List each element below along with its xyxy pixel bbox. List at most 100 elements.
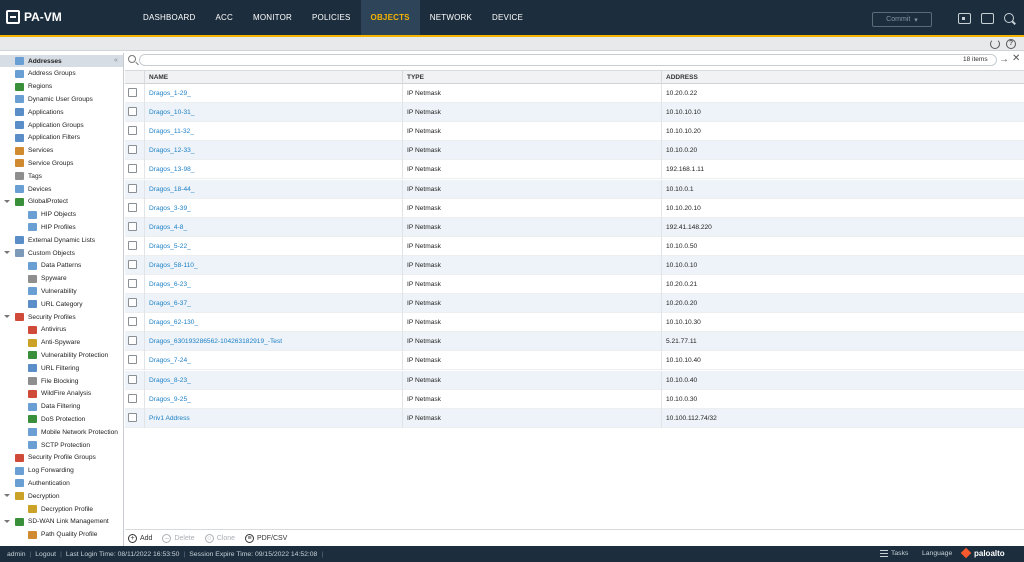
sidebar-item-mobile-network-protection[interactable]: Mobile Network Protection [28, 426, 118, 438]
column-header-type[interactable]: TYPE [402, 71, 661, 84]
apply-filter-icon[interactable]: → [999, 54, 1009, 65]
pdf-csv-button[interactable]: ≡ PDF/CSV [245, 533, 287, 543]
sidebar-item-data-patterns[interactable]: Data Patterns [28, 260, 81, 272]
row-checkbox[interactable] [128, 336, 137, 346]
cell-name[interactable]: Dragos_58-110_ [144, 255, 402, 275]
expand-caret-icon[interactable] [4, 315, 10, 318]
column-header-address[interactable]: ADDRESS [661, 71, 1024, 84]
sidebar-item-wildfire-analysis[interactable]: WildFire Analysis [28, 388, 91, 400]
sidebar-item-authentication[interactable]: Authentication [15, 477, 70, 489]
row-checkbox[interactable] [128, 412, 137, 422]
cell-name[interactable]: Dragos_6-37_ [144, 294, 402, 314]
sidebar-item-dynamic-user-groups[interactable]: Dynamic User Groups [15, 93, 93, 105]
sidebar-item-application-groups[interactable]: Application Groups [15, 119, 84, 131]
table-row[interactable]: Dragos_10-31_ IP Netmask 10.10.10.10 [125, 103, 1024, 123]
sidebar-item-tags[interactable]: Tags [15, 170, 42, 182]
table-row[interactable]: Dragos_11-32_ IP Netmask 10.10.10.20 [125, 122, 1024, 142]
sidebar-item-sctp-protection[interactable]: SCTP Protection [28, 439, 90, 451]
expand-caret-icon[interactable] [4, 251, 10, 254]
cell-name[interactable]: Priv1 Address [144, 408, 402, 428]
cell-name[interactable]: Dragos_630193286562-104263182919_-Test [144, 332, 402, 352]
sidebar-item-services[interactable]: Services [15, 145, 53, 157]
config-lock-icon[interactable] [958, 13, 971, 24]
row-checkbox[interactable] [128, 221, 137, 231]
delete-button[interactable]: – Delete [162, 533, 195, 543]
row-checkbox[interactable] [128, 298, 137, 308]
search-icon[interactable] [1004, 13, 1014, 23]
row-checkbox[interactable] [128, 355, 137, 365]
sidebar-item-dos-protection[interactable]: DoS Protection [28, 413, 85, 425]
sidebar-item-log-forwarding[interactable]: Log Forwarding [15, 465, 74, 477]
cell-name[interactable]: Dragos_1-29_ [144, 84, 402, 103]
cell-name[interactable]: Dragos_5-22_ [144, 236, 402, 256]
sidebar-item-path-quality-profile[interactable]: Path Quality Profile [28, 529, 97, 541]
table-row[interactable]: Dragos_18-44_ IP Netmask 10.10.0.1 [125, 179, 1024, 199]
tab-device[interactable]: DEVICE [482, 0, 533, 35]
sidebar-collapse-icon[interactable]: « [114, 57, 118, 64]
tasks-button[interactable]: Tasks [880, 550, 908, 557]
cell-name[interactable]: Dragos_11-32_ [144, 122, 402, 142]
sidebar-item-addresses[interactable]: Addresses [0, 55, 123, 67]
cell-name[interactable]: Dragos_4-8_ [144, 217, 402, 237]
sidebar-item-vulnerability[interactable]: Vulnerability [28, 285, 77, 297]
tab-policies[interactable]: POLICIES [302, 0, 361, 35]
row-checkbox[interactable] [128, 374, 137, 384]
tab-objects[interactable]: OBJECTS [360, 0, 420, 35]
current-user[interactable]: admin [7, 551, 26, 558]
table-row[interactable]: Dragos_7-24_ IP Netmask 10.10.10.40 [125, 351, 1024, 371]
cell-name[interactable]: Dragos_18-44_ [144, 179, 402, 199]
clone-button[interactable]: ○ Clone [204, 533, 235, 543]
sidebar-item-spyware[interactable]: Spyware [28, 273, 67, 285]
sidebar-item-security-profile-groups[interactable]: Security Profile Groups [15, 452, 96, 464]
table-row[interactable]: Dragos_6-23_ IP Netmask 10.20.0.21 [125, 275, 1024, 294]
row-checkbox[interactable] [128, 88, 137, 97]
expand-caret-icon[interactable] [4, 199, 10, 203]
table-row[interactable]: Dragos_13-98_ IP Netmask 192.168.1.11 [125, 160, 1024, 180]
sidebar-item-antivirus[interactable]: Antivirus [28, 324, 66, 336]
sidebar-item-file-blocking[interactable]: File Blocking [28, 375, 78, 387]
commit-button[interactable]: Commit ▾ [872, 12, 932, 27]
cell-name[interactable]: Dragos_12-33_ [144, 141, 402, 161]
column-header-name[interactable]: NAME [144, 71, 402, 84]
tab-network[interactable]: NETWORK [420, 0, 482, 35]
table-row[interactable]: Dragos_4-8_ IP Netmask 192.41.148.220 [125, 217, 1024, 237]
row-checkbox[interactable] [128, 126, 137, 136]
table-row[interactable]: Dragos_5-22_ IP Netmask 10.10.0.50 [125, 236, 1024, 256]
row-checkbox[interactable] [128, 107, 137, 117]
sidebar-item-application-filters[interactable]: Application Filters [15, 132, 80, 144]
row-checkbox[interactable] [128, 164, 137, 174]
cell-name[interactable]: Dragos_13-98_ [144, 160, 402, 180]
sidebar-item-url-filtering[interactable]: URL Filtering [28, 362, 79, 374]
table-row[interactable]: Dragos_8-23_ IP Netmask 10.10.0.40 [125, 370, 1024, 390]
sidebar-item-data-filtering[interactable]: Data Filtering [28, 401, 80, 413]
table-row[interactable]: Dragos_62-130_ IP Netmask 10.10.10.30 [125, 313, 1024, 333]
cell-name[interactable]: Dragos_62-130_ [144, 313, 402, 333]
tab-acc[interactable]: ACC [205, 0, 243, 35]
row-checkbox[interactable] [128, 259, 137, 269]
row-checkbox[interactable] [128, 202, 137, 212]
table-row[interactable]: Priv1 Address IP Netmask 10.100.112.74/32 [125, 408, 1024, 428]
sidebar-item-url-category[interactable]: URL Category [28, 298, 83, 310]
table-row[interactable]: Dragos_9-25_ IP Netmask 10.10.0.30 [125, 389, 1024, 409]
row-checkbox[interactable] [128, 279, 137, 288]
language-button[interactable]: Language [922, 550, 952, 557]
clear-filter-icon[interactable]: ✕ [1012, 53, 1020, 64]
cell-name[interactable]: Dragos_8-23_ [144, 370, 402, 390]
cell-name[interactable]: Dragos_3-39_ [144, 198, 402, 218]
sidebar-item-external-dynamic-lists[interactable]: External Dynamic Lists [15, 234, 95, 246]
sidebar-item-decryption-profile[interactable]: Decryption Profile [28, 503, 93, 515]
sidebar-item-anti-spyware[interactable]: Anti-Spyware [28, 337, 80, 349]
table-row[interactable]: Dragos_6-37_ IP Netmask 10.20.0.20 [125, 294, 1024, 314]
sidebar-item-custom-objects[interactable]: Custom Objects [15, 247, 75, 259]
cell-name[interactable]: Dragos_10-31_ [144, 103, 402, 123]
logout-link[interactable]: Logout [35, 551, 56, 558]
help-icon[interactable]: ? [1006, 39, 1016, 49]
table-row[interactable]: Dragos_1-29_ IP Netmask 10.20.0.22 [125, 84, 1024, 103]
sidebar-item-security-profiles[interactable]: Security Profiles [15, 311, 76, 323]
cell-name[interactable]: Dragos_7-24_ [144, 351, 402, 371]
add-button[interactable]: + Add [128, 533, 152, 543]
table-row[interactable]: Dragos_12-33_ IP Netmask 10.10.0.20 [125, 141, 1024, 161]
sidebar-item-devices[interactable]: Devices [15, 183, 51, 195]
row-checkbox[interactable] [128, 145, 137, 155]
cell-name[interactable]: Dragos_6-23_ [144, 275, 402, 294]
